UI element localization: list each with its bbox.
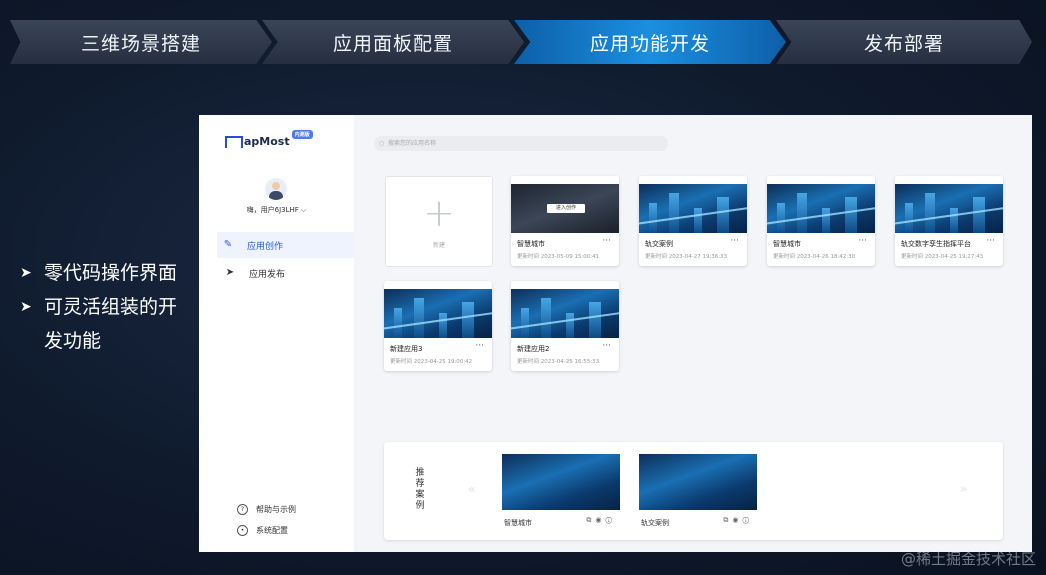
step-panel-config[interactable]: 应用面板配置: [262, 20, 524, 64]
app-card-title: 轨交案例: [645, 240, 673, 248]
sidebar: apMost 内测版 嗨，用户6J3LHF ⌵ ✎ 应用创作 ➤ 应用发布 ? …: [199, 115, 354, 552]
edit-icon: ✎: [223, 239, 233, 250]
watermark: @稀土掘金技术社区: [900, 550, 1036, 568]
gear-icon: •: [237, 525, 248, 536]
app-card-time: 更新时间 2023-04-25 16:55:33: [517, 359, 600, 365]
case-thumbnail: [639, 454, 757, 510]
app-card[interactable]: 新建应用2 ··· 更新时间 2023-04-25 16:55:33: [511, 281, 619, 371]
app-card-time: 更新时间 2023-04-25 19:27:43: [901, 254, 984, 260]
app-card-title: 轨交数字孪生指挥平台: [901, 240, 971, 248]
feature-bullets: ➤ 零代码操作界面 ➤ 可灵活组装的开发功能: [20, 256, 200, 358]
bullet-text: 零代码操作界面: [44, 262, 178, 284]
step-scene-building[interactable]: 三维场景搭建: [10, 20, 272, 64]
app-thumbnail: [895, 184, 1003, 233]
app-thumbnail: [511, 289, 619, 338]
help-link[interactable]: ? 帮助与示例: [237, 504, 296, 515]
app-card[interactable]: 智慧城市 ··· 更新时间 2023-04-26 18:42:30: [767, 176, 875, 266]
app-thumbnail: 进入创作: [511, 184, 619, 233]
app-thumbnail: [384, 289, 492, 338]
more-icon[interactable]: ···: [986, 236, 995, 246]
case-name: 轨交案例: [641, 519, 669, 527]
app-card-time: 更新时间 2023-04-26 18:42:30: [773, 254, 856, 260]
recommended-cases-panel: 推荐案例 « » 智慧城市 ⧉◉ⓘ 轨交案例 ⧉◉ⓘ: [384, 442, 1003, 540]
step-publish-deploy[interactable]: 发布部署: [776, 20, 1032, 64]
step-function-dev[interactable]: 应用功能开发: [514, 20, 786, 64]
case-name: 智慧城市: [504, 519, 532, 527]
settings-link[interactable]: • 系统配置: [237, 525, 288, 536]
app-card[interactable]: 轨交案例 ··· 更新时间 2023-04-27 19:36:33: [639, 176, 747, 266]
logo: apMost 内测版: [225, 130, 313, 148]
case-thumbnail: [502, 454, 620, 510]
app-window: apMost 内测版 嗨，用户6J3LHF ⌵ ✎ 应用创作 ➤ 应用发布 ? …: [199, 115, 1032, 552]
case-action-icons[interactable]: ⧉◉ⓘ: [723, 516, 753, 525]
more-icon[interactable]: ···: [730, 236, 739, 246]
help-label: 帮助与示例: [256, 505, 296, 514]
sidebar-item-app-publish[interactable]: ➤ 应用发布: [219, 260, 354, 286]
plus-icon: +: [423, 191, 455, 235]
sidebar-item-app-creation[interactable]: ✎ 应用创作: [217, 232, 354, 258]
username-dropdown[interactable]: 嗨，用户6J3LHF ⌵: [199, 205, 354, 215]
avatar[interactable]: [265, 178, 287, 200]
bullet-item: ➤ 可灵活组装的开发功能: [20, 290, 200, 358]
new-app-card[interactable]: + 新建: [385, 176, 493, 267]
sidebar-item-label: 应用创作: [247, 241, 284, 252]
help-icon: ?: [237, 504, 248, 515]
logo-badge: 内测版: [291, 130, 313, 139]
app-card-title: 新建应用2: [517, 345, 550, 353]
bullet-arrow-icon: ➤: [20, 299, 32, 315]
more-icon[interactable]: ···: [602, 236, 611, 246]
recommended-title: 推荐案例: [415, 468, 425, 511]
new-app-label: 新建: [432, 242, 445, 249]
app-card-time: 更新时间 2023-05-09 15:00:41: [517, 254, 600, 260]
step-bar: 三维场景搭建 应用面板配置 应用功能开发 发布部署: [10, 20, 1032, 64]
prev-arrow-icon[interactable]: «: [468, 482, 475, 496]
bullet-text: 可灵活组装的开发功能: [44, 296, 178, 352]
app-card-time: 更新时间 2023-04-27 19:36:33: [645, 254, 728, 260]
app-card[interactable]: 轨交数字孪生指挥平台 ··· 更新时间 2023-04-25 19:27:43: [895, 176, 1003, 266]
enter-creation-button[interactable]: 进入创作: [547, 204, 585, 213]
logo-mark-icon: [225, 135, 243, 148]
app-card-title: 新建应用3: [390, 345, 423, 353]
app-card-title: 智慧城市: [773, 240, 801, 248]
search-icon: ○: [379, 140, 385, 147]
logo-text: apMost: [244, 135, 290, 148]
bullet-item: ➤ 零代码操作界面: [20, 256, 200, 290]
next-arrow-icon[interactable]: »: [960, 482, 967, 496]
app-card[interactable]: 新建应用3 ··· 更新时间 2023-04-25 19:00:42: [384, 281, 492, 371]
app-card-title: 智慧城市: [517, 240, 545, 248]
send-icon: ➤: [225, 267, 235, 278]
case-action-icons[interactable]: ⧉◉ⓘ: [586, 516, 616, 525]
sidebar-item-label: 应用发布: [249, 269, 286, 280]
recommended-case-item[interactable]: 轨交案例 ⧉◉ⓘ: [639, 454, 757, 534]
recommended-case-item[interactable]: 智慧城市 ⧉◉ⓘ: [502, 454, 620, 534]
bullet-arrow-icon: ➤: [20, 265, 32, 281]
settings-label: 系统配置: [256, 526, 288, 535]
app-card-time: 更新时间 2023-04-25 19:00:42: [390, 359, 473, 365]
app-card[interactable]: 进入创作 智慧城市 ··· 更新时间 2023-05-09 15:00:41: [511, 176, 619, 266]
search-input[interactable]: ○ 搜索您的应用名称: [374, 136, 668, 151]
search-placeholder: 搜索您的应用名称: [388, 140, 437, 147]
more-icon[interactable]: ···: [602, 341, 611, 351]
app-thumbnail: [767, 184, 875, 233]
more-icon[interactable]: ···: [858, 236, 867, 246]
app-thumbnail: [639, 184, 747, 233]
more-icon[interactable]: ···: [475, 341, 484, 351]
